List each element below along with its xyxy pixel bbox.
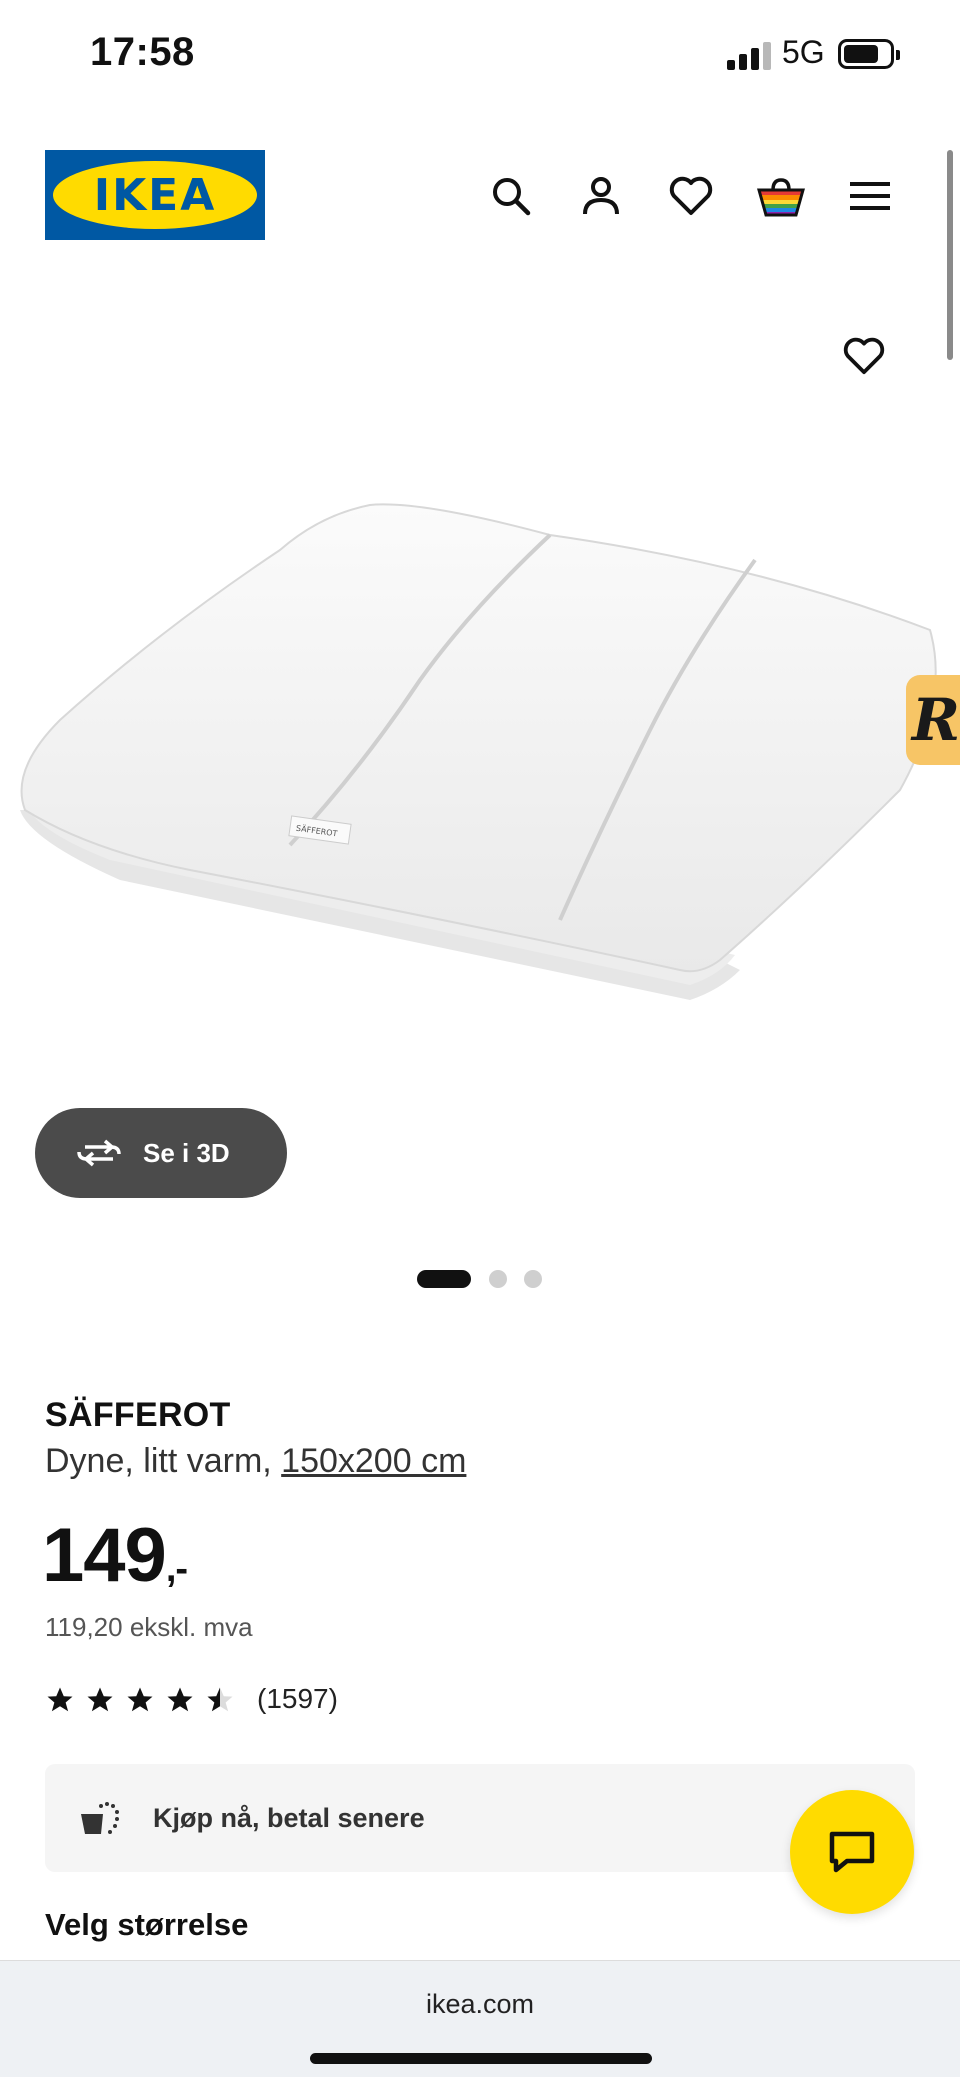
pay-later-label: Kjøp nå, betal senere (153, 1802, 425, 1833)
search-icon[interactable] (483, 168, 539, 224)
price-excl-vat: 119,20 ekskl. mva (45, 1612, 253, 1642)
image-carousel-dots (0, 1268, 960, 1288)
buy-now-pay-later-banner[interactable]: Kjøp nå, betal senere (45, 1764, 915, 1872)
product-name: SÄFFEROT (45, 1396, 231, 1434)
menu-icon[interactable] (842, 168, 898, 224)
view-in-3d-button[interactable]: Se i 3D (35, 1108, 287, 1198)
home-indicator[interactable] (310, 2053, 652, 2064)
star-icon (47, 1687, 73, 1712)
half-star-icon (207, 1687, 233, 1712)
r-extension-badge[interactable]: R (906, 675, 960, 765)
review-count[interactable]: (1597) (257, 1683, 338, 1715)
star-icon (87, 1687, 113, 1712)
chat-icon (829, 1831, 875, 1873)
chat-button[interactable] (790, 1790, 914, 1914)
battery-icon (838, 39, 900, 69)
add-to-wishlist-icon[interactable] (842, 336, 898, 392)
network-type: 5G (782, 34, 825, 70)
choose-size-heading: Velg størrelse (45, 1907, 249, 1942)
carousel-dot[interactable] (524, 1270, 542, 1288)
heart-icon[interactable] (663, 168, 719, 224)
status-bar: 17:58 5G (0, 0, 960, 110)
url-text[interactable]: ikea.com (0, 1989, 960, 2020)
product-image-duvet[interactable]: SÄFFEROT (0, 450, 960, 1100)
scrollbar[interactable] (947, 150, 953, 360)
rotate-3d-icon (77, 1139, 121, 1167)
price-suffix: ,- (165, 1548, 188, 1590)
star-icon (167, 1687, 193, 1712)
account-icon[interactable] (573, 168, 629, 224)
size-link[interactable]: 150x200 cm (281, 1442, 466, 1480)
logo-text: IKEA (93, 169, 217, 221)
product-type: Dyne, litt varm, (45, 1442, 282, 1480)
rating-stars[interactable] (45, 1685, 245, 1715)
shopping-bag-icon[interactable] (753, 168, 809, 224)
star-icon (127, 1687, 153, 1712)
status-time: 17:58 (90, 30, 195, 74)
ikea-logo[interactable]: IKEA (45, 150, 265, 240)
signal-icon (727, 40, 771, 70)
view-in-3d-label: Se i 3D (143, 1137, 230, 1168)
carousel-dot[interactable] (417, 1270, 471, 1288)
price-main: 149 (42, 1513, 167, 1598)
piggy-bank-icon (81, 1802, 119, 1834)
browser-url-bar[interactable]: ikea.com (0, 1960, 960, 2077)
product-description: Dyne, litt varm, 150x200 cm (45, 1442, 466, 1481)
carousel-dot[interactable] (489, 1270, 507, 1288)
product-price: 149,- (42, 1512, 188, 1599)
